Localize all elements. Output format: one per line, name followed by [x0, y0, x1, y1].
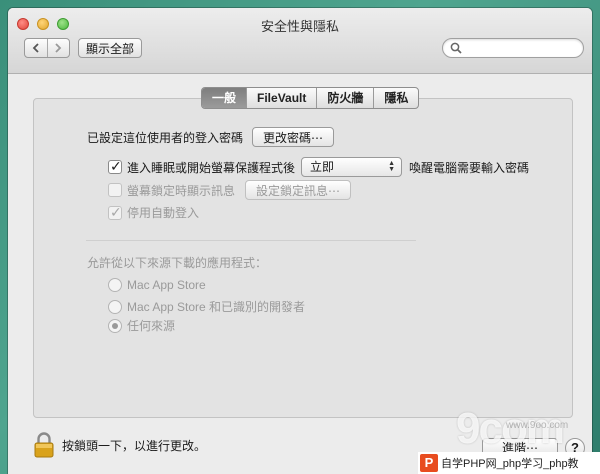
radio-button[interactable] [108, 318, 122, 333]
show-message-checkbox[interactable] [108, 183, 122, 197]
auto-login-row: ✓ 停用自動登入 [108, 204, 199, 221]
password-delay-value: 立即 [310, 160, 335, 174]
require-password-checkbox[interactable]: ✓ [108, 158, 122, 174]
php-logo-icon: P [420, 454, 438, 472]
checkmark-icon: ✓ [110, 158, 122, 174]
set-lock-message-button[interactable]: 設定鎖定訊息⋯ [245, 180, 352, 200]
tab-privacy[interactable]: 隱私 [373, 88, 418, 108]
watermark-banner: P 自学PHP网_php学习_php教 [418, 452, 600, 474]
back-button[interactable] [25, 39, 47, 57]
nav-buttons [24, 38, 70, 58]
chevron-right-icon [55, 43, 62, 53]
radio-identified-developers[interactable]: Mac App Store 和已識別的開發者 [108, 298, 305, 315]
search-input[interactable] [465, 41, 575, 55]
disable-auto-login-checkbox[interactable]: ✓ [108, 203, 122, 220]
radio-label: 任何來源 [127, 319, 176, 333]
show-message-label: 螢幕鎖定時顯示訊息 [127, 183, 236, 198]
require-password-label: 進入睡眠或開始螢幕保護程式後 [127, 160, 296, 175]
tab-filevault[interactable]: FileVault [246, 88, 316, 108]
forward-button[interactable] [46, 39, 70, 57]
change-password-button[interactable]: 更改密碼⋯ [252, 127, 335, 147]
disable-auto-login-label: 停用自動登入 [127, 206, 200, 220]
require-password-row: ✓ 進入睡眠或開始螢幕保護程式後 立即 ▲ ▼ 喚醒電腦需要輸入密碼 [108, 157, 529, 177]
tab-general[interactable]: 一般 [202, 88, 247, 108]
downloads-heading: 允許從以下來源下載的應用程式： [87, 256, 268, 270]
show-all-button[interactable]: 顯示全部 [78, 38, 142, 58]
tab-bar: 一般 FileVault 防火牆 隱私 [201, 87, 420, 109]
radio-label: Mac App Store 和已識別的開發者 [127, 300, 306, 314]
password-set-label: 已設定這位使用者的登入密碼 [87, 130, 244, 145]
radio-button[interactable] [108, 299, 122, 314]
preferences-window: 安全性與隱私 顯示全部 一般 FileVault 防火牆 隱私 已設定這位使用者… [8, 8, 592, 474]
radio-button[interactable] [108, 278, 122, 292]
search-icon [450, 42, 462, 54]
radio-label: Mac App Store [127, 278, 206, 292]
chevron-left-icon [32, 43, 39, 53]
password-row: 已設定這位使用者的登入密碼 更改密碼⋯ [87, 127, 335, 147]
select-arrows-icon: ▲ ▼ [388, 160, 396, 173]
search-field[interactable] [442, 38, 584, 58]
window-title: 安全性與隱私 [260, 19, 339, 34]
titlebar: 安全性與隱私 顯示全部 [8, 8, 592, 74]
radio-dot [112, 322, 118, 329]
wake-password-label: 喚醒電腦需要輸入密碼 [409, 160, 530, 175]
lock-label: 按鎖頭一下，以進行更改。 [62, 439, 207, 453]
radio-mac-app-store[interactable]: Mac App Store [108, 278, 206, 292]
banner-text: 自学PHP网_php学习_php教 [441, 458, 579, 470]
show-message-row: 螢幕鎖定時顯示訊息 設定鎖定訊息⋯ [108, 180, 352, 200]
checkmark-icon: ✓ [110, 203, 122, 220]
radio-anywhere[interactable]: 任何來源 [108, 317, 175, 334]
password-delay-select[interactable]: 立即 ▲ ▼ [301, 157, 403, 177]
section-divider [86, 240, 416, 241]
tab-firewall[interactable]: 防火牆 [316, 88, 373, 108]
lock-icon[interactable] [34, 432, 54, 458]
watermark-site: www.9oo.com [506, 420, 569, 431]
